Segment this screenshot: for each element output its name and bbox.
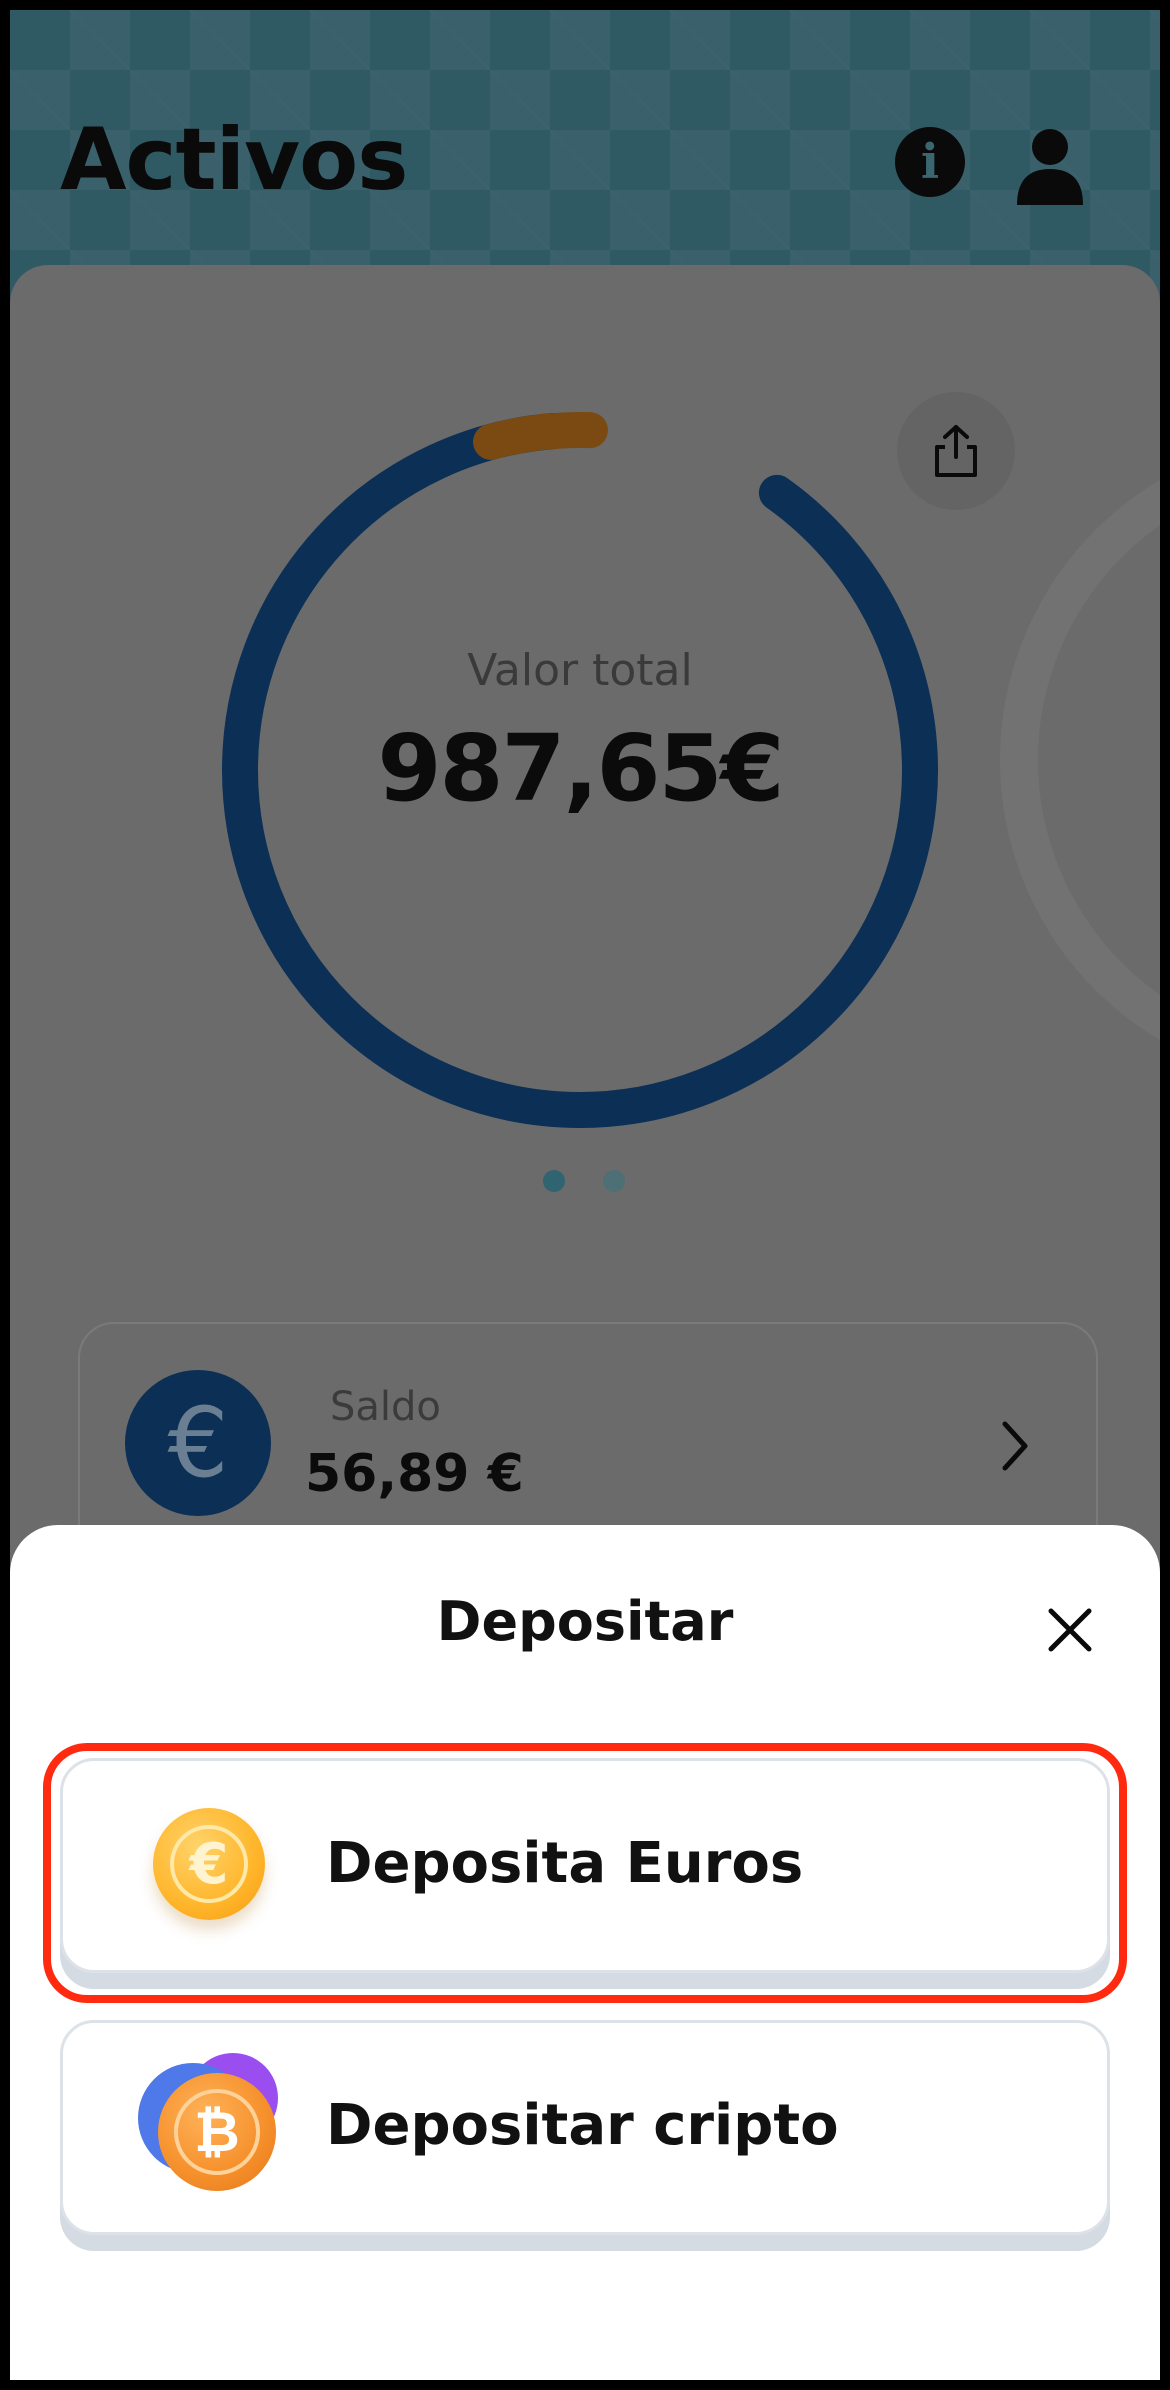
share-button[interactable]: [897, 392, 1015, 510]
page-title: Activos: [60, 110, 408, 210]
total-value: 987,65€: [377, 715, 784, 822]
deposit-bottom-sheet: Depositar € Deposita Euros ₿ Depositar c…: [10, 1525, 1160, 2380]
carousel-dot-active[interactable]: [543, 1170, 565, 1192]
balance-value: 56,89 €: [305, 1444, 524, 1504]
bitcoin-icon: ₿: [158, 2073, 276, 2191]
balance-label: Saldo: [330, 1384, 441, 1430]
deposit-euros-label: Deposita Euros: [326, 1831, 804, 1896]
deposit-crypto-label: Depositar cripto: [326, 2093, 839, 2158]
total-value-label: Valor total: [467, 645, 693, 696]
sheet-title: Depositar: [436, 1590, 734, 1653]
carousel-pagination: [543, 1170, 625, 1192]
deposit-euros-option[interactable]: € Deposita Euros: [60, 1758, 1110, 1973]
carousel-dot[interactable]: [603, 1170, 625, 1192]
next-chart-preview: [1000, 435, 1160, 1085]
info-icon[interactable]: i: [895, 127, 965, 197]
user-profile-icon[interactable]: [1015, 125, 1085, 207]
share-icon: [935, 425, 977, 477]
chevron-right-icon: [1002, 1421, 1028, 1471]
deposit-crypto-option[interactable]: ₿ Depositar cripto: [60, 2020, 1110, 2235]
euro-coin-icon: €: [153, 1808, 265, 1920]
euro-icon: €: [125, 1370, 271, 1516]
close-icon[interactable]: [1045, 1605, 1095, 1655]
app-screen: Activos i Valor total 987,65€ € Saldo 56…: [10, 10, 1160, 2380]
bitcoin-coins-icon: ₿: [138, 2053, 288, 2193]
